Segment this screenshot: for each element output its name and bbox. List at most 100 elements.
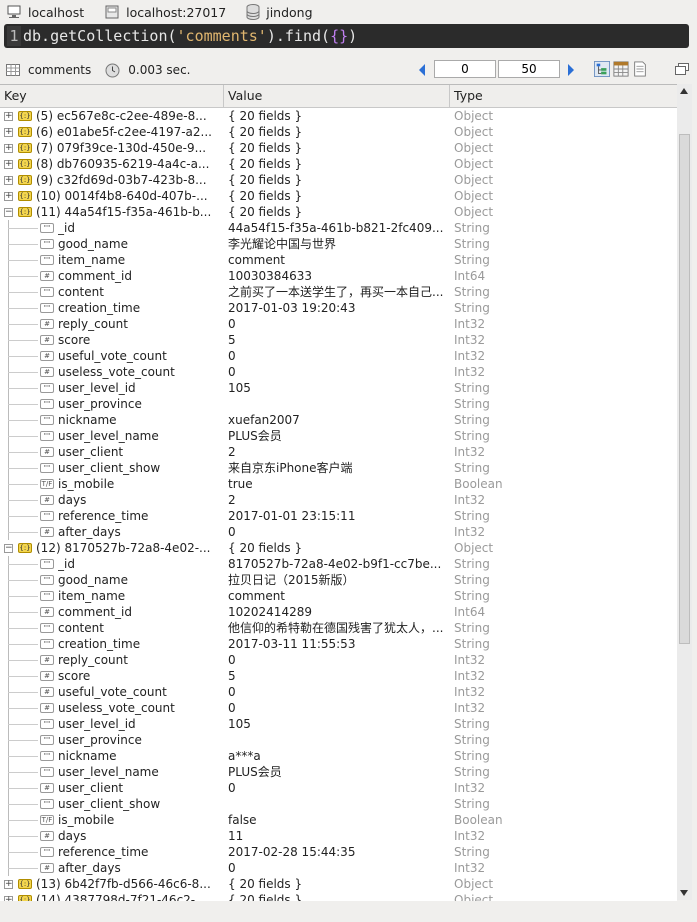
field-row[interactable]: "" user_client_show 来自京东iPhone客户端 String — [0, 460, 677, 476]
column-value[interactable]: Value — [224, 85, 450, 107]
field-row[interactable]: "" creation_time 2017-03-11 11:55:53 String — [0, 636, 677, 652]
field-row[interactable]: # useless_vote_count 0 Int32 — [0, 700, 677, 716]
field-row[interactable]: # user_client 2 Int32 — [0, 444, 677, 460]
key-text: creation_time — [58, 301, 141, 315]
database-item[interactable]: jindong — [246, 4, 313, 20]
field-row[interactable]: "" nickname xuefan2007 String — [0, 412, 677, 428]
field-row[interactable]: "" user_province String — [0, 396, 677, 412]
scroll-down-icon[interactable] — [680, 890, 688, 896]
field-row[interactable]: T/F is_mobile true Boolean — [0, 476, 677, 492]
expand-icon[interactable]: + — [4, 175, 13, 185]
field-row[interactable]: "" user_client_show String — [0, 796, 677, 812]
field-row[interactable]: "" creation_time 2017-01-03 19:20:43 String — [0, 300, 677, 316]
field-row[interactable]: # days 11 Int32 — [0, 828, 677, 844]
tree-branch-line — [8, 788, 38, 789]
field-row[interactable]: "" user_level_name PLUS会员 String — [0, 764, 677, 780]
key-cell: T/F is_mobile — [0, 476, 224, 492]
expand-icon[interactable]: + — [4, 159, 13, 169]
document-row[interactable]: − {:} (12) 8170527b-72a8-4e02-... { 20 fiel… — [0, 540, 677, 556]
field-row[interactable]: "" user_level_id 105 String — [0, 380, 677, 396]
field-row[interactable]: "" content 之前买了一本送学生了，再买一本自己... String — [0, 284, 677, 300]
field-row[interactable]: "" user_level_name PLUS会员 String — [0, 428, 677, 444]
expand-icon[interactable]: + — [4, 191, 13, 201]
type-cell: Int64 — [454, 605, 486, 619]
expand-icon[interactable]: + — [4, 111, 13, 121]
restore-window-icon[interactable] — [675, 63, 689, 75]
expand-icon[interactable]: + — [4, 127, 13, 137]
field-row[interactable]: # after_days 0 Int32 — [0, 524, 677, 540]
server-item[interactable]: localhost:27017 — [104, 5, 226, 20]
column-key[interactable]: Key — [0, 85, 224, 107]
query-text[interactable]: db.getCollection('comments').find({}) — [23, 27, 357, 45]
document-row[interactable]: + {:} (9) c32fd69d-03b7-423b-8... { 20 fiel… — [0, 172, 677, 188]
host-item[interactable]: localhost — [6, 5, 84, 20]
document-row[interactable]: + {:} (14) 4387798d-7f21-46c2-... { 20 fiel… — [0, 892, 677, 901]
table-view-icon[interactable] — [613, 61, 629, 77]
string-type-icon: "" — [40, 383, 54, 393]
field-row[interactable]: # useful_vote_count 0 Int32 — [0, 684, 677, 700]
key-text: (8) db760935-6219-4a4c-a... — [36, 157, 210, 171]
field-row[interactable]: # user_client 0 Int32 — [0, 780, 677, 796]
scroll-thumb[interactable] — [679, 134, 690, 644]
document-row[interactable]: + {:} (6) e01abe5f-c2ee-4197-a2... { 20 fie… — [0, 124, 677, 140]
field-row[interactable]: # score 5 Int32 — [0, 668, 677, 684]
prev-page-icon[interactable] — [417, 63, 427, 77]
value-cell: true — [228, 477, 253, 491]
field-row[interactable]: "" content 他信仰的希特勒在德国残害了犹太人，... String — [0, 620, 677, 636]
value-cell: { 20 fields } — [228, 173, 303, 187]
field-row[interactable]: "" user_level_id 105 String — [0, 716, 677, 732]
field-row[interactable]: # comment_id 10202414289 Int64 — [0, 604, 677, 620]
field-row[interactable]: # useless_vote_count 0 Int32 — [0, 364, 677, 380]
type-cell: String — [454, 221, 490, 235]
results-tree[interactable]: Key Value Type + {:} (5) ec567e8c-c2ee-489… — [0, 84, 677, 901]
field-row[interactable]: "" _id 44a54f15-f35a-461b-b821-2fc409... St… — [0, 220, 677, 236]
page-size-input[interactable] — [498, 60, 560, 78]
expand-icon[interactable]: + — [4, 895, 13, 901]
field-row[interactable]: "" reference_time 2017-02-28 15:44:35 Strin… — [0, 844, 677, 860]
key-text: user_client_show — [58, 461, 161, 475]
field-row[interactable]: # days 2 Int32 — [0, 492, 677, 508]
page-start-input[interactable] — [434, 60, 496, 78]
field-row[interactable]: "" item_name comment String — [0, 588, 677, 604]
document-row[interactable]: + {:} (13) 6b42f7fb-d566-46c6-8... { 20 fie… — [0, 876, 677, 892]
field-row[interactable]: # score 5 Int32 — [0, 332, 677, 348]
tree-branch-line — [8, 708, 38, 709]
key-text: _id — [58, 221, 75, 235]
document-row[interactable]: + {:} (10) 0014f4b8-640d-407b-... { 20 fiel… — [0, 188, 677, 204]
string-type-icon: "" — [40, 735, 54, 745]
number-type-icon: # — [40, 495, 54, 505]
field-row[interactable]: # reply_count 0 Int32 — [0, 652, 677, 668]
vertical-scrollbar[interactable] — [677, 84, 692, 900]
field-row[interactable]: # comment_id 10030384633 Int64 — [0, 268, 677, 284]
document-row[interactable]: + {:} (8) db760935-6219-4a4c-a... { 20 fiel… — [0, 156, 677, 172]
tree-branch-line — [8, 388, 38, 389]
field-row[interactable]: # after_days 0 Int32 — [0, 860, 677, 876]
field-row[interactable]: "" user_province String — [0, 732, 677, 748]
field-row[interactable]: # reply_count 0 Int32 — [0, 316, 677, 332]
field-row[interactable]: "" good_name 李光耀论中国与世界 String — [0, 236, 677, 252]
tree-view-icon[interactable] — [594, 61, 610, 77]
document-row[interactable]: − {:} (11) 44a54f15-f35a-461b-b... { 20 fie… — [0, 204, 677, 220]
expand-icon[interactable]: + — [4, 143, 13, 153]
field-row[interactable]: "" item_name comment String — [0, 252, 677, 268]
text-view-icon[interactable] — [632, 61, 648, 77]
object-type-icon: {:} — [18, 879, 32, 889]
next-page-icon[interactable] — [566, 63, 576, 77]
collapse-icon[interactable]: − — [4, 543, 13, 553]
collapse-icon[interactable]: − — [4, 207, 13, 217]
document-row[interactable]: + {:} (7) 079f39ce-130d-450e-9... { 20 fiel… — [0, 140, 677, 156]
object-type-icon: {:} — [18, 143, 32, 153]
field-row[interactable]: "" reference_time 2017-01-01 23:15:11 Strin… — [0, 508, 677, 524]
field-row[interactable]: "" _id 8170527b-72a8-4e02-b9f1-cc7be... Str… — [0, 556, 677, 572]
object-type-icon: {:} — [18, 191, 32, 201]
column-type[interactable]: Type — [450, 85, 677, 107]
key-text: good_name — [58, 237, 128, 251]
field-row[interactable]: # useful_vote_count 0 Int32 — [0, 348, 677, 364]
document-row[interactable]: + {:} (5) ec567e8c-c2ee-489e-8... { 20 fiel… — [0, 108, 677, 124]
query-editor[interactable]: 1 db.getCollection('comments').find({}) — [4, 24, 689, 48]
scroll-up-icon[interactable] — [680, 88, 688, 94]
field-row[interactable]: "" nickname a***a String — [0, 748, 677, 764]
expand-icon[interactable]: + — [4, 879, 13, 889]
field-row[interactable]: "" good_name 拉贝日记（2015新版） String — [0, 572, 677, 588]
field-row[interactable]: T/F is_mobile false Boolean — [0, 812, 677, 828]
